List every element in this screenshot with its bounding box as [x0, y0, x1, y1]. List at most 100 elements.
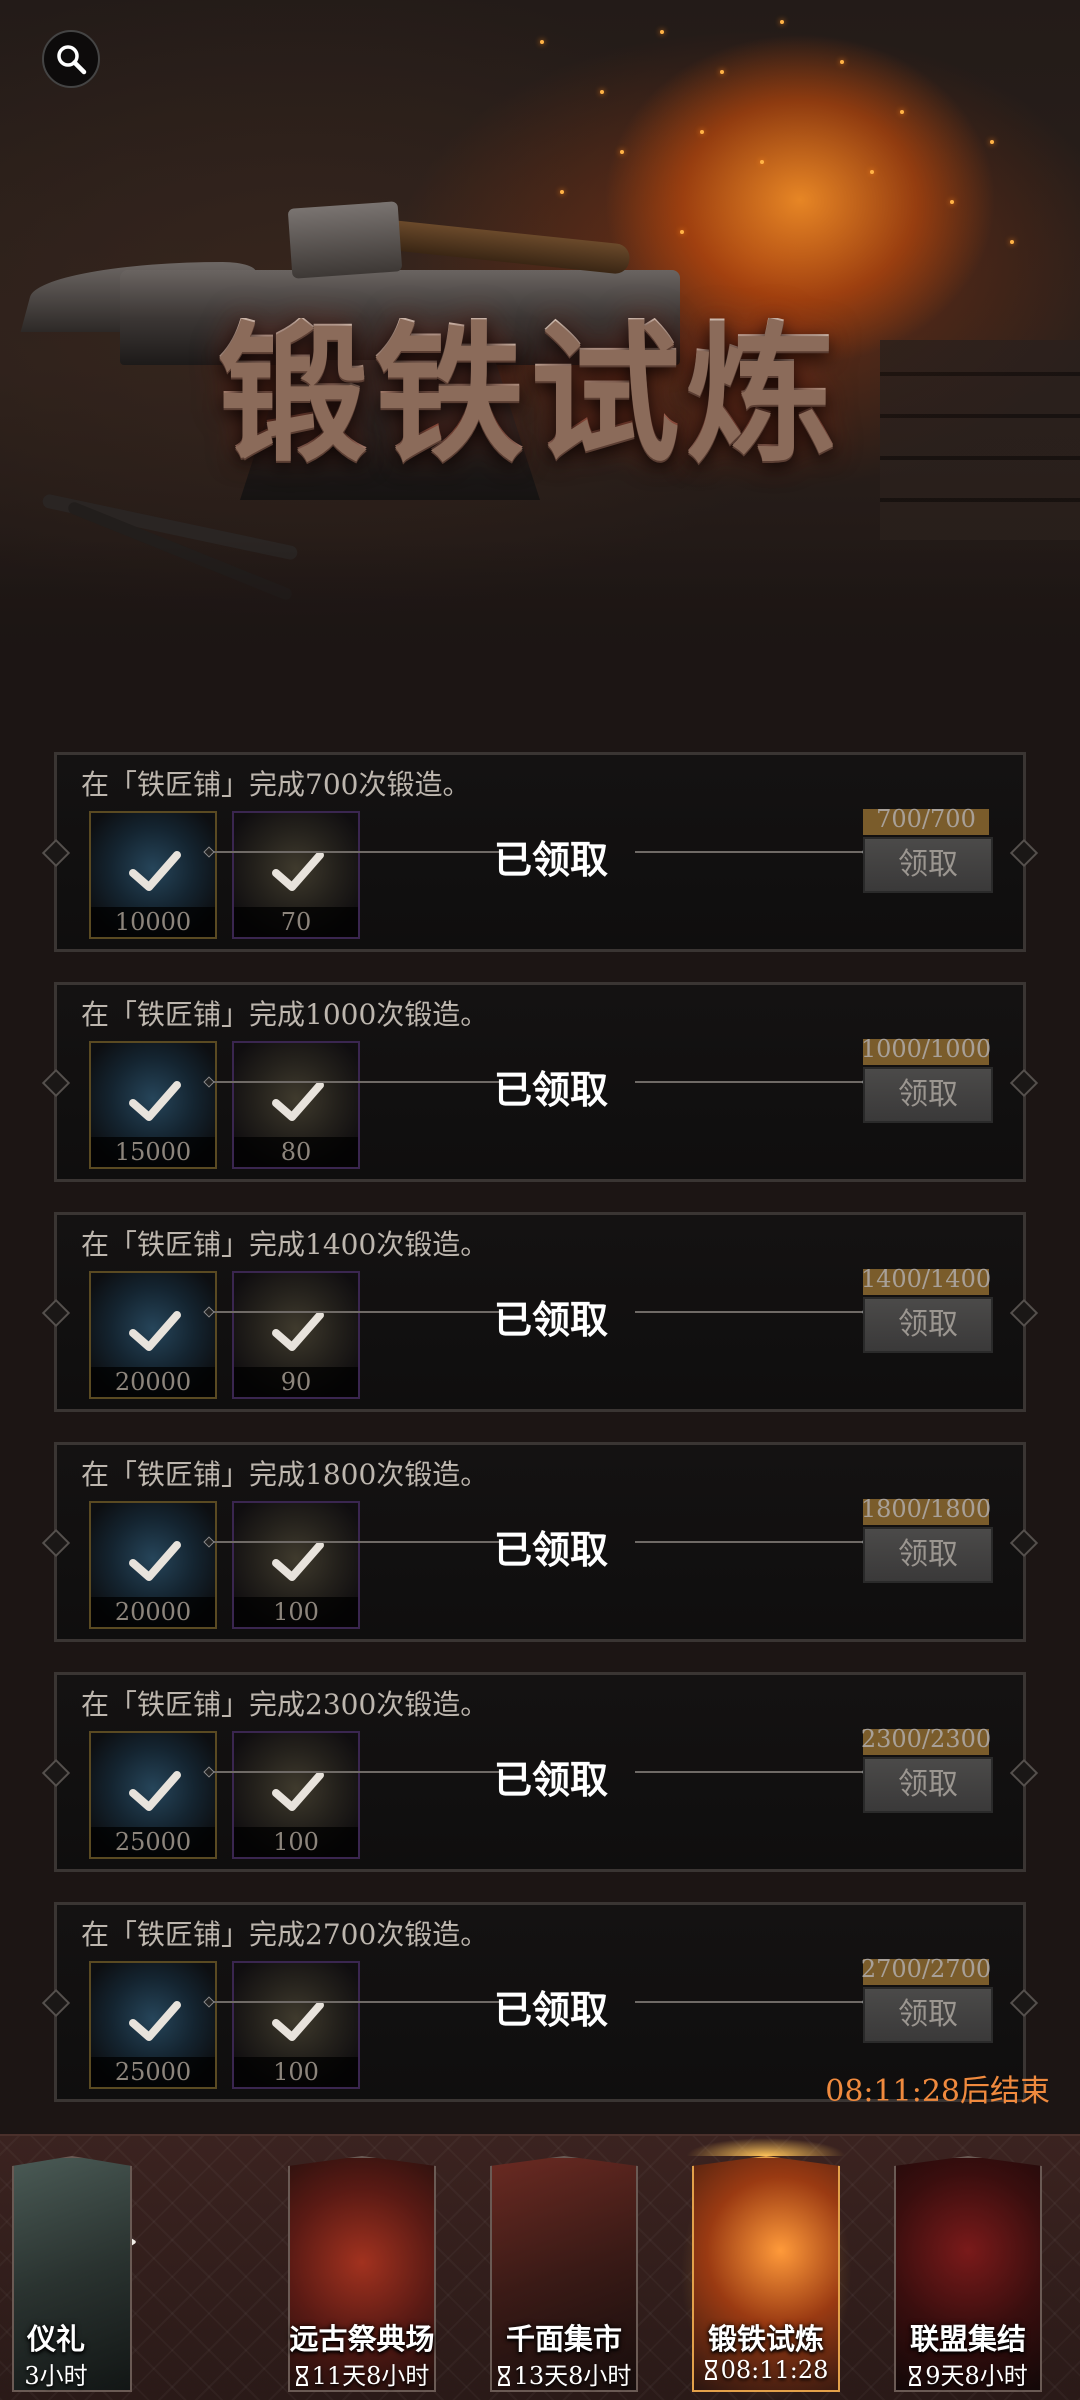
- progress-bar: 700/700: [863, 805, 989, 835]
- task-card: 在「铁匠铺」完成2300次锻造。 25000 100 已领取 2300/2300…: [54, 1672, 1026, 1872]
- reward-item-purple[interactable]: 100: [232, 1731, 360, 1859]
- divider-line: [635, 1541, 867, 1543]
- claimed-status: 已领取: [493, 837, 608, 882]
- progress-text: 1000/1000: [860, 1035, 992, 1063]
- checkmark-icon: [129, 2001, 181, 2041]
- divider-line: [209, 851, 499, 853]
- task-description: 在「铁匠铺」完成700次锻造。: [81, 768, 471, 801]
- search-button[interactable]: [42, 30, 100, 88]
- claim-button[interactable]: 领取: [863, 1527, 993, 1583]
- event-tab-label: 仪礼: [26, 2322, 85, 2356]
- divider-line: [635, 1771, 867, 1773]
- reward-item-purple[interactable]: 70: [232, 811, 360, 939]
- reward-item-purple[interactable]: 100: [232, 1961, 360, 2089]
- event-tab[interactable]: 千面集市 13天8小时: [490, 2156, 638, 2392]
- checkmark-icon: [272, 1771, 324, 1811]
- event-tab-label: 锻铁试炼: [707, 2322, 824, 2356]
- divider-line: [635, 851, 867, 853]
- divider-line: [635, 2001, 867, 2003]
- checkmark-icon: [272, 2001, 324, 2041]
- event-tab[interactable]: 仪礼 3小时: [12, 2156, 132, 2392]
- task-card: 在「铁匠铺」完成1400次锻造。 20000 90 已领取 1400/1400 …: [54, 1212, 1026, 1412]
- task-description: 在「铁匠铺」完成2700次锻造。: [81, 1918, 489, 1951]
- reward-quantity: 70: [234, 907, 358, 937]
- claim-button[interactable]: 领取: [863, 837, 993, 893]
- event-tab-timer: 08:11:28: [682, 2356, 850, 2384]
- reward-item-gold[interactable]: 20000: [89, 1501, 217, 1629]
- checkmark-icon: [272, 1081, 324, 1121]
- checkmark-icon: [129, 851, 181, 891]
- task-description: 在「铁匠铺」完成2300次锻造。: [81, 1688, 489, 1721]
- reward-quantity: 15000: [91, 1137, 215, 1167]
- hourglass-icon: [295, 2366, 308, 2386]
- progress-bar: 1800/1800: [861, 1495, 991, 1525]
- event-tab-active[interactable]: 锻铁试炼 08:11:28: [680, 2138, 852, 2400]
- event-tab[interactable]: 联盟集结 9天8小时: [894, 2156, 1042, 2392]
- progress-text: 1800/1800: [860, 1495, 992, 1523]
- progress-bar: 1000/1000: [861, 1035, 991, 1065]
- divider-line: [209, 1541, 499, 1543]
- reward-quantity: 90: [234, 1367, 358, 1397]
- divider-line: [635, 1081, 867, 1083]
- reward-quantity: 100: [234, 1597, 358, 1627]
- checkmark-icon: [129, 1311, 181, 1351]
- event-timer-text: 11天8小时: [311, 2362, 430, 2390]
- event-tab-timer: 13天8小时: [480, 2356, 648, 2391]
- event-countdown: 08:11:28后结束: [825, 2074, 1050, 2109]
- checkmark-icon: [129, 1081, 181, 1121]
- event-timer-text: 3小时: [24, 2362, 88, 2390]
- task-card: 在「铁匠铺」完成1800次锻造。 20000 100 已领取 1800/1800…: [54, 1442, 1026, 1642]
- task-description: 在「铁匠铺」完成1000次锻造。: [81, 998, 489, 1031]
- divider-line: [209, 1771, 499, 1773]
- event-tab-timer: 3小时: [0, 2356, 140, 2391]
- checkmark-icon: [272, 1541, 324, 1581]
- reward-item-gold[interactable]: 25000: [89, 1731, 217, 1859]
- active-glow: [686, 2138, 846, 2156]
- event-tab-bar: 仪礼 3小时 远古祭典场 11天8小时 千面集市 13天8小时 锻铁试炼 08:…: [0, 2134, 1080, 2400]
- claim-button[interactable]: 领取: [863, 1067, 993, 1123]
- reward-item-purple[interactable]: 90: [232, 1271, 360, 1399]
- banner-title: 锻铁试炼: [170, 318, 890, 468]
- search-icon: [57, 45, 87, 75]
- progress-bar: 2300/2300: [861, 1725, 991, 1755]
- reward-quantity: 80: [234, 1137, 358, 1167]
- task-card: 在「铁匠铺」完成700次锻造。 10000 70 已领取 700/700 领取: [54, 752, 1026, 952]
- reward-quantity: 25000: [91, 2057, 215, 2087]
- reward-item-gold[interactable]: 25000: [89, 1961, 217, 2089]
- reward-quantity: 25000: [91, 1827, 215, 1857]
- event-tab-timer: 9天8小时: [884, 2356, 1052, 2391]
- claim-button[interactable]: 领取: [863, 1297, 993, 1353]
- event-tab[interactable]: 远古祭典场 11天8小时: [288, 2156, 436, 2392]
- task-card: 在「铁匠铺」完成1000次锻造。 15000 80 已领取 1000/1000 …: [54, 982, 1026, 1182]
- progress-text: 1400/1400: [860, 1265, 992, 1293]
- checkmark-icon: [272, 1311, 324, 1351]
- task-description: 在「铁匠铺」完成1400次锻造。: [81, 1228, 489, 1261]
- hourglass-icon: [704, 2360, 717, 2380]
- event-tab-timer: 11天8小时: [278, 2356, 446, 2391]
- reward-quantity: 10000: [91, 907, 215, 937]
- checkmark-icon: [272, 851, 324, 891]
- checkmark-icon: [129, 1541, 181, 1581]
- task-description: 在「铁匠铺」完成1800次锻造。: [81, 1458, 489, 1491]
- hourglass-icon: [497, 2366, 510, 2386]
- hammer-handle: [379, 219, 631, 275]
- event-tab-label: 远古祭典场: [289, 2322, 435, 2356]
- event-tab-label: 千面集市: [505, 2322, 622, 2356]
- reward-item-purple[interactable]: 100: [232, 1501, 360, 1629]
- divider-line: [209, 2001, 499, 2003]
- hourglass-icon: [909, 2366, 922, 2386]
- reward-item-purple[interactable]: 80: [232, 1041, 360, 1169]
- checkmark-icon: [129, 1771, 181, 1811]
- claim-button[interactable]: 领取: [863, 1987, 993, 2043]
- reward-item-gold[interactable]: 20000: [89, 1271, 217, 1399]
- brick-wall: [880, 340, 1080, 540]
- progress-bar: 2700/2700: [861, 1955, 991, 1985]
- claimed-status: 已领取: [493, 1297, 608, 1342]
- reward-quantity: 100: [234, 2057, 358, 2087]
- progress-text: 2300/2300: [860, 1725, 992, 1753]
- reward-item-gold[interactable]: 15000: [89, 1041, 217, 1169]
- event-timer-text: 13天8小时: [513, 2362, 632, 2390]
- claimed-status: 已领取: [493, 1527, 608, 1572]
- reward-item-gold[interactable]: 10000: [89, 811, 217, 939]
- claim-button[interactable]: 领取: [863, 1757, 993, 1813]
